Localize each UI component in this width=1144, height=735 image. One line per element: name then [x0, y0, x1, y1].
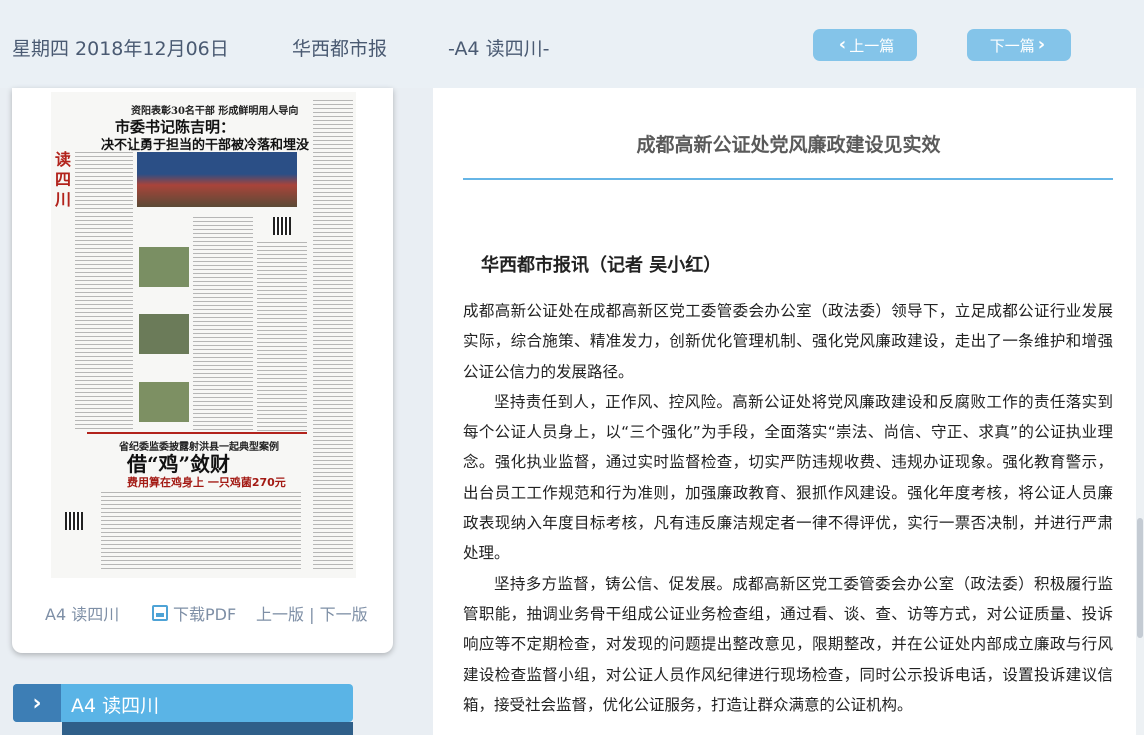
- section-name[interactable]: -A4 读四川-: [448, 34, 549, 61]
- thumb-divider: [87, 432, 307, 434]
- thumb-photo: [139, 247, 189, 287]
- thumb-text-column: [193, 217, 253, 437]
- thumb-qr-code: [65, 512, 83, 530]
- scrollbar-thumb[interactable]: [1137, 518, 1143, 638]
- page-label[interactable]: A4 读四川: [45, 601, 119, 625]
- top-bar: 星期四 2018年12月06日 华西都市报 -A4 读四川- ‹ 上一篇 下一篇…: [0, 0, 1144, 88]
- thumb-vertical-title: 读四川: [55, 150, 72, 209]
- next-page-link[interactable]: 下一版: [320, 605, 368, 624]
- section-tab-label: A4 读四川: [71, 695, 160, 717]
- page-pager: 上一版 | 下一版: [256, 601, 368, 625]
- download-pdf-link[interactable]: 下载PDF: [152, 601, 236, 625]
- newspaper-page-thumbnail[interactable]: 资阳表彰30名干部 形成鲜明用人导向 市委书记陈吉明： 决不让勇于担当的干部被冷…: [51, 92, 356, 578]
- paper-name[interactable]: 华西都市报: [292, 34, 387, 61]
- thumb-text-column: [313, 100, 353, 570]
- thumb-text-column: [101, 492, 301, 572]
- prev-article-label: 上一篇: [849, 36, 895, 55]
- thumb-qr-code: [273, 217, 291, 235]
- download-pdf-label: 下载PDF: [173, 605, 237, 624]
- issue-date: 星期四 2018年12月06日: [12, 38, 229, 60]
- prev-article-button[interactable]: ‹ 上一篇: [813, 29, 917, 61]
- chevron-right-icon: ›: [13, 684, 61, 722]
- chevron-left-icon: ‹: [838, 34, 847, 55]
- article-panel: 成都高新公证处党风廉政建设见实效 华西都市报讯（记者 吴小红） 成都高新公证处在…: [433, 88, 1144, 735]
- article-title: 成都高新公证处党风廉政建设见实效: [636, 134, 941, 156]
- section-tab-a4[interactable]: › A4 读四川: [13, 684, 353, 722]
- chevron-right-icon: ›: [1037, 34, 1046, 55]
- article-paragraph: 成都高新公证处在成都高新区党工委管委会办公室（政法委）领导下，立足成都公证行业发…: [463, 302, 1113, 381]
- thumb-text-column: [257, 242, 307, 432]
- thumb-lower-sub2: 费用算在鸡身上 一只鸡菌270元: [127, 476, 286, 489]
- article-body: 成都高新公证处在成都高新区党工委管委会办公室（政法委）领导下，立足成都公证行业发…: [463, 296, 1113, 720]
- page-preview-footer: A4 读四川 下载PDF 上一版 | 下一版: [12, 598, 393, 624]
- thumb-text-column: [75, 152, 133, 432]
- article-scrollbar[interactable]: [1136, 88, 1144, 735]
- pdf-icon: [152, 605, 168, 621]
- next-article-button[interactable]: 下一篇 ›: [967, 29, 1071, 61]
- thumb-photo: [139, 314, 189, 354]
- thumb-top-line: 资阳表彰30名干部 形成鲜明用人导向: [131, 106, 299, 117]
- thumb-main-photo: [137, 152, 297, 207]
- page-preview-card: 资阳表彰30名干部 形成鲜明用人导向 市委书记陈吉明： 决不让勇于担当的干部被冷…: [12, 88, 393, 653]
- pager-separator: |: [309, 605, 315, 624]
- thumb-lower-head: 借“鸡”敛财: [127, 452, 231, 476]
- article-paragraph: 坚持责任到人，正作风、控风险。高新公证处将党风廉政建设和反腐败工作的责任落实到每…: [463, 392, 1113, 563]
- next-article-label: 下一篇: [989, 36, 1035, 55]
- article-byline: 华西都市报讯（记者 吴小红）: [481, 255, 722, 276]
- article-paragraph: 坚持多方监督，铸公信、促发展。成都高新区党工委管委会办公室（政法委）积极履行监管…: [463, 574, 1113, 714]
- prev-page-link[interactable]: 上一版: [256, 605, 304, 624]
- section-list-strip: [62, 722, 353, 735]
- title-divider: [463, 178, 1113, 180]
- thumb-headline-2: 决不让勇于担当的干部被冷落和埋没: [101, 138, 310, 153]
- thumb-photo: [139, 382, 189, 422]
